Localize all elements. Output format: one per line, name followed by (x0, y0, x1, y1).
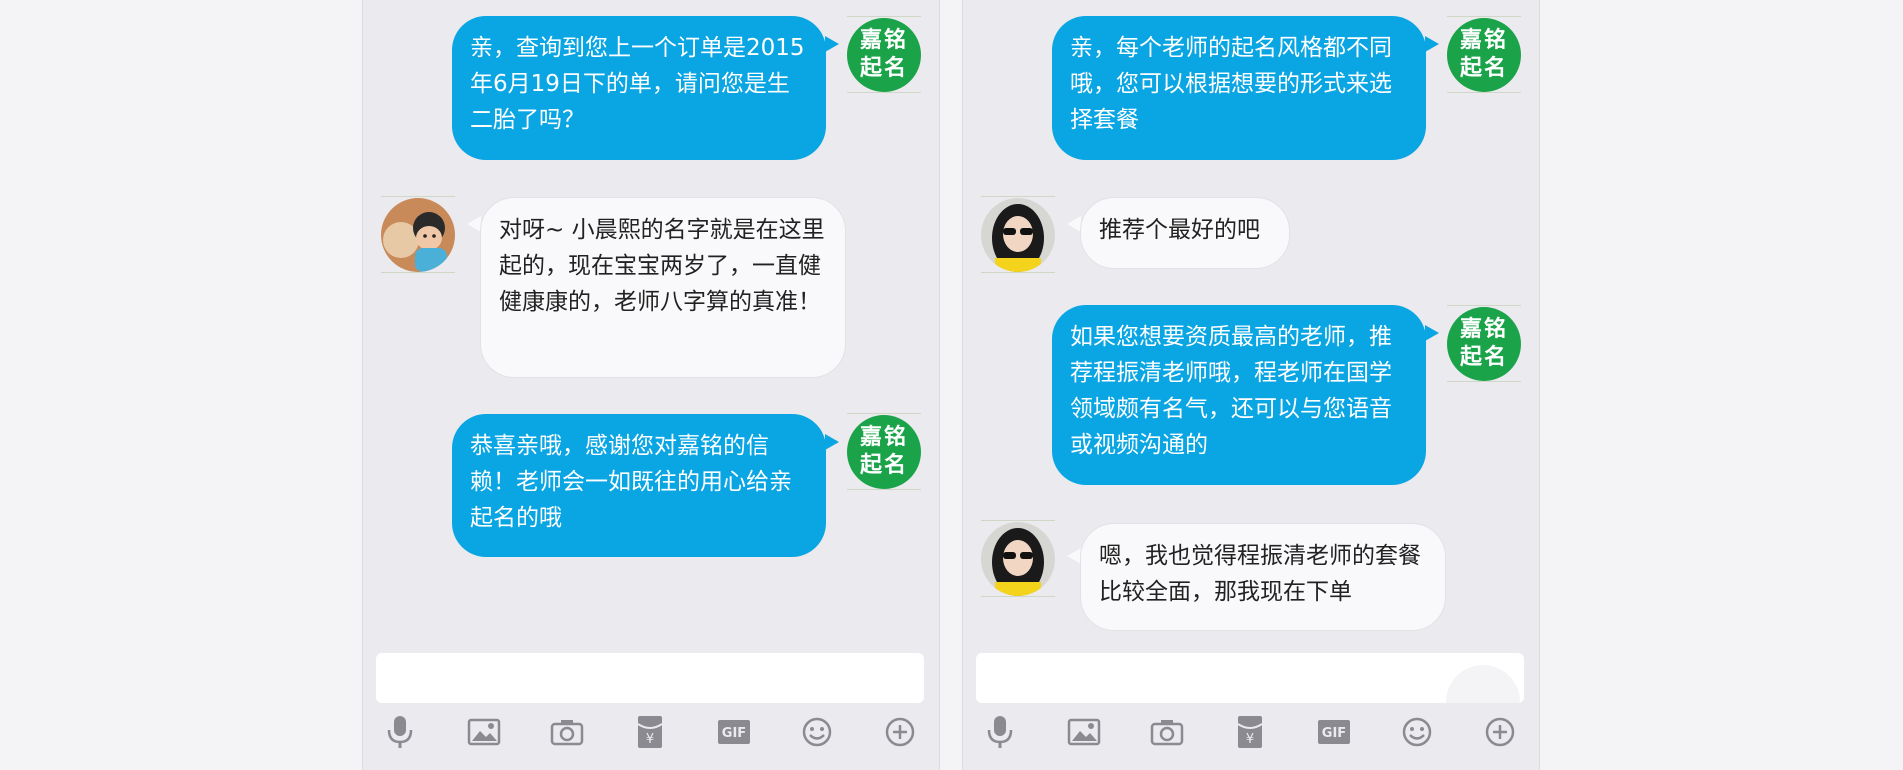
shop-avatar[interactable]: 嘉铭 起名 (847, 18, 921, 92)
plus-icon[interactable] (1480, 712, 1520, 752)
chat-panel-right: 亲，每个老师的起名风格都不同哦，您可以根据想要的形式来选择套餐 嘉铭 起名 推荐… (962, 0, 1540, 770)
svg-text:¥: ¥ (1246, 732, 1254, 747)
woman-photo-icon (981, 522, 1055, 596)
avatar-divider (847, 92, 921, 93)
shop-avatar[interactable]: 嘉铭 起名 (1447, 18, 1521, 92)
bubble-tail (1067, 548, 1081, 564)
svg-text:GIF: GIF (722, 726, 746, 741)
microphone-icon[interactable] (980, 712, 1020, 752)
avatar-divider (381, 196, 455, 197)
svg-text:GIF: GIF (1322, 726, 1346, 741)
avatar-divider (1447, 92, 1521, 93)
gif-icon[interactable]: GIF (714, 712, 754, 752)
shop-message-bubble: 如果您想要资质最高的老师，推荐程振清老师哦，程老师在国学领域颇有名气，还可以与您… (1052, 305, 1426, 485)
shop-avatar-line1: 嘉铭 (1459, 317, 1508, 342)
red-packet-icon[interactable]: ¥ (1230, 712, 1270, 752)
shop-avatar-line2: 起名 (1459, 56, 1508, 81)
child-photo-icon (381, 198, 455, 272)
shop-avatar-line2: 起名 (859, 453, 908, 478)
chat-toolbar: ¥ GIF (963, 712, 1539, 762)
red-packet-icon[interactable]: ¥ (630, 712, 670, 752)
avatar-divider (981, 196, 1055, 197)
bubble-tail (467, 216, 481, 232)
emoji-icon[interactable] (797, 712, 837, 752)
camera-icon[interactable] (1147, 712, 1187, 752)
image-icon[interactable] (1064, 712, 1104, 752)
microphone-icon[interactable] (380, 712, 420, 752)
shop-avatar-line2: 起名 (859, 56, 908, 81)
chat-toolbar: ¥ GIF (363, 712, 939, 762)
shop-avatar-line1: 嘉铭 (1459, 28, 1508, 53)
bubble-tail (1425, 36, 1439, 52)
customer-avatar-child[interactable] (381, 198, 455, 272)
chat-panel-left: 亲，查询到您上一个订单是2015年6月19日下的单，请问您是生二胎了吗？ 嘉铭 … (362, 0, 940, 770)
avatar-divider (847, 489, 921, 490)
customer-message-bubble: 推荐个最好的吧 (1080, 197, 1290, 269)
customer-message-bubble: 嗯，我也觉得程振清老师的套餐比较全面，那我现在下单 (1080, 523, 1446, 631)
shop-avatar-line1: 嘉铭 (859, 425, 908, 450)
shop-avatar-line2: 起名 (1459, 345, 1508, 370)
image-icon[interactable] (464, 712, 504, 752)
avatar-divider (847, 413, 921, 414)
shop-avatar[interactable]: 嘉铭 起名 (1447, 307, 1521, 381)
avatar-divider (1447, 305, 1521, 306)
svg-text:¥: ¥ (646, 732, 654, 747)
avatar-divider (381, 272, 455, 273)
customer-avatar-woman[interactable] (981, 198, 1055, 272)
avatar-divider (981, 596, 1055, 597)
bubble-tail (1067, 216, 1081, 232)
shop-message-bubble: 亲，每个老师的起名风格都不同哦，您可以根据想要的形式来选择套餐 (1052, 16, 1426, 160)
bubble-tail (825, 36, 839, 52)
message-input[interactable] (376, 653, 924, 703)
shop-message-bubble: 恭喜亲哦，感谢您对嘉铭的信赖！老师会一如既往的用心给亲起名的哦 (452, 414, 826, 557)
avatar-divider (981, 272, 1055, 273)
send-button[interactable] (1446, 665, 1520, 703)
emoji-icon[interactable] (1397, 712, 1437, 752)
shop-avatar-line1: 嘉铭 (859, 28, 908, 53)
camera-icon[interactable] (547, 712, 587, 752)
avatar-divider (1447, 381, 1521, 382)
customer-avatar-woman[interactable] (981, 522, 1055, 596)
woman-photo-icon (981, 198, 1055, 272)
plus-icon[interactable] (880, 712, 920, 752)
shop-message-bubble: 亲，查询到您上一个订单是2015年6月19日下的单，请问您是生二胎了吗？ (452, 16, 826, 160)
gif-icon[interactable]: GIF (1314, 712, 1354, 752)
bubble-tail (825, 434, 839, 450)
avatar-divider (1447, 16, 1521, 17)
customer-message-bubble: 对呀~ 小晨熙的名字就是在这里起的，现在宝宝两岁了，一直健健康康的，老师八字算的… (480, 197, 846, 378)
avatar-divider (981, 520, 1055, 521)
avatar-divider (847, 16, 921, 17)
message-input[interactable] (976, 653, 1524, 703)
bubble-tail (1425, 325, 1439, 341)
shop-avatar[interactable]: 嘉铭 起名 (847, 415, 921, 489)
